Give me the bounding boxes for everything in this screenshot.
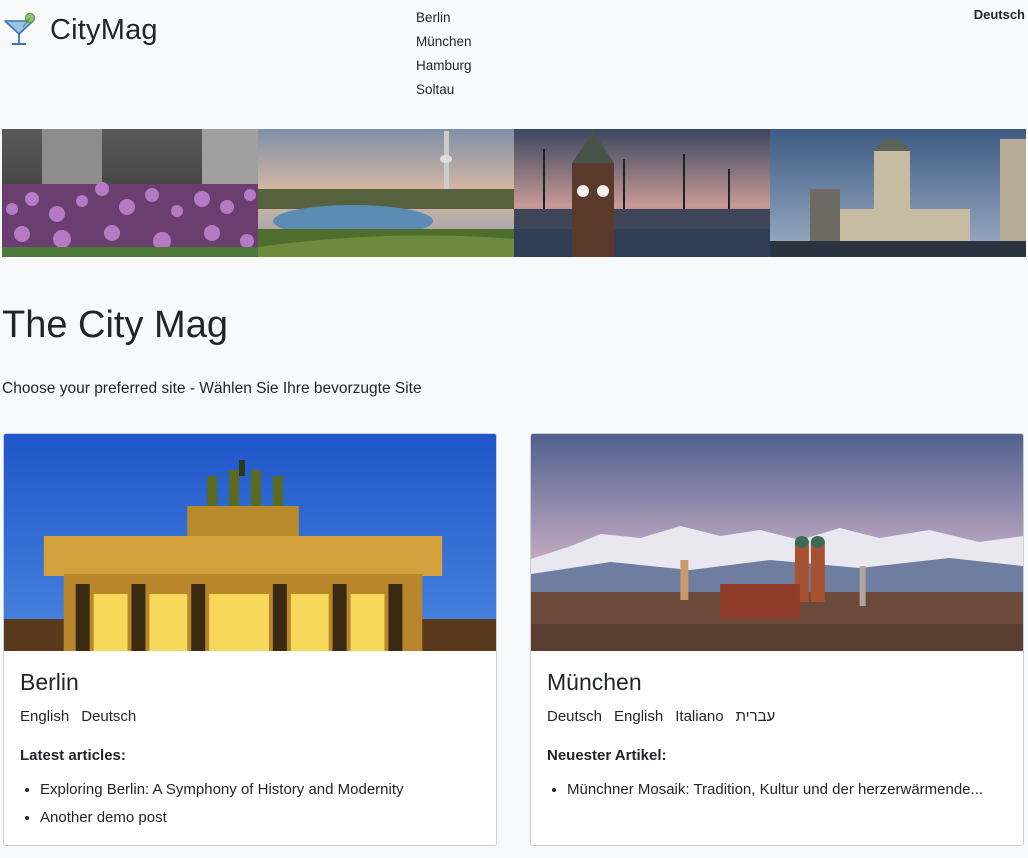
nav-item-soltau[interactable]: Soltau bbox=[416, 78, 472, 102]
language-links: Deutsch English Italiano עברית bbox=[547, 708, 1007, 725]
page-title: The City Mag bbox=[2, 304, 228, 346]
brand-name: CityMag bbox=[50, 13, 158, 46]
article-link[interactable]: Another demo post bbox=[40, 809, 167, 826]
language-link-deutsch[interactable]: Deutsch bbox=[547, 708, 602, 725]
language-link-english[interactable]: English bbox=[614, 708, 663, 725]
latest-articles-heading: Latest articles: bbox=[20, 747, 126, 764]
language-switcher[interactable]: Deutsch bbox=[974, 7, 1025, 22]
banner-image-soltau bbox=[2, 129, 258, 257]
card-body: München Deutsch English Italiano עברית Neue… bbox=[531, 651, 1023, 804]
page: CityMag Berlin München Hamburg Soltau De… bbox=[0, 0, 1028, 858]
nav-item-hamburg[interactable]: Hamburg bbox=[416, 54, 472, 78]
city-banner bbox=[2, 129, 1028, 257]
cocktail-glass-icon bbox=[4, 12, 36, 45]
language-link-english[interactable]: English bbox=[20, 708, 69, 725]
muenchen-skyline-image bbox=[531, 434, 1023, 651]
banner-image-berlin-gendarmenmarkt bbox=[770, 129, 1026, 257]
brand-link[interactable]: CityMag bbox=[2, 12, 158, 48]
card-title-muenchen[interactable]: München bbox=[547, 669, 1007, 696]
language-link-italiano[interactable]: Italiano bbox=[675, 708, 723, 725]
card-title-berlin[interactable]: Berlin bbox=[20, 669, 480, 696]
list-item: Münchner Mosaik: Tradition, Kultur und d… bbox=[567, 776, 1007, 804]
article-list: Exploring Berlin: A Symphony of History … bbox=[20, 776, 480, 832]
nav-item-berlin[interactable]: Berlin bbox=[416, 6, 472, 30]
article-list: Münchner Mosaik: Tradition, Kultur und d… bbox=[547, 776, 1007, 804]
banner-image-muenchen-olympiapark bbox=[258, 129, 514, 257]
article-link[interactable]: Münchner Mosaik: Tradition, Kultur und d… bbox=[567, 781, 983, 798]
city-nav: Berlin München Hamburg Soltau bbox=[416, 6, 472, 102]
page-subtitle: Choose your preferred site - Wählen Sie … bbox=[2, 380, 422, 397]
language-link-hebrew[interactable]: עברית bbox=[736, 708, 776, 725]
language-link-deutsch[interactable]: Deutsch bbox=[81, 708, 136, 725]
list-item: Exploring Berlin: A Symphony of History … bbox=[40, 776, 480, 804]
card-body: Berlin English Deutsch Latest articles: E… bbox=[4, 651, 496, 832]
list-item: Another demo post bbox=[40, 804, 480, 832]
latest-articles-heading: Neuester Artikel: bbox=[547, 747, 667, 764]
nav-item-muenchen[interactable]: München bbox=[416, 30, 472, 54]
language-links: English Deutsch bbox=[20, 708, 480, 725]
city-card-berlin: Berlin English Deutsch Latest articles: E… bbox=[3, 433, 497, 846]
berlin-brandenburg-gate-image bbox=[4, 434, 496, 651]
banner-image-hamburg bbox=[514, 129, 770, 257]
article-link[interactable]: Exploring Berlin: A Symphony of History … bbox=[40, 781, 404, 798]
city-card-muenchen: München Deutsch English Italiano עברית Neue… bbox=[530, 433, 1024, 846]
